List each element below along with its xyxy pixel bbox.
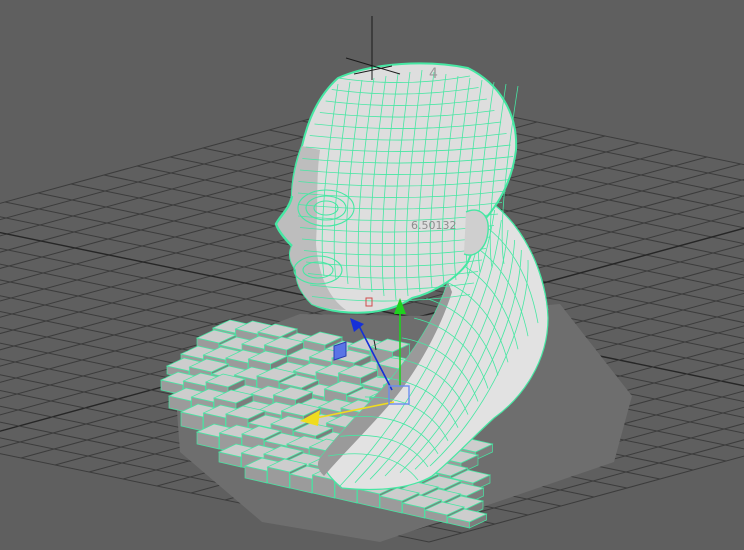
viewport-canvas[interactable]: [0, 0, 744, 550]
perspective-viewport[interactable]: 6.50132 4: [0, 0, 744, 550]
